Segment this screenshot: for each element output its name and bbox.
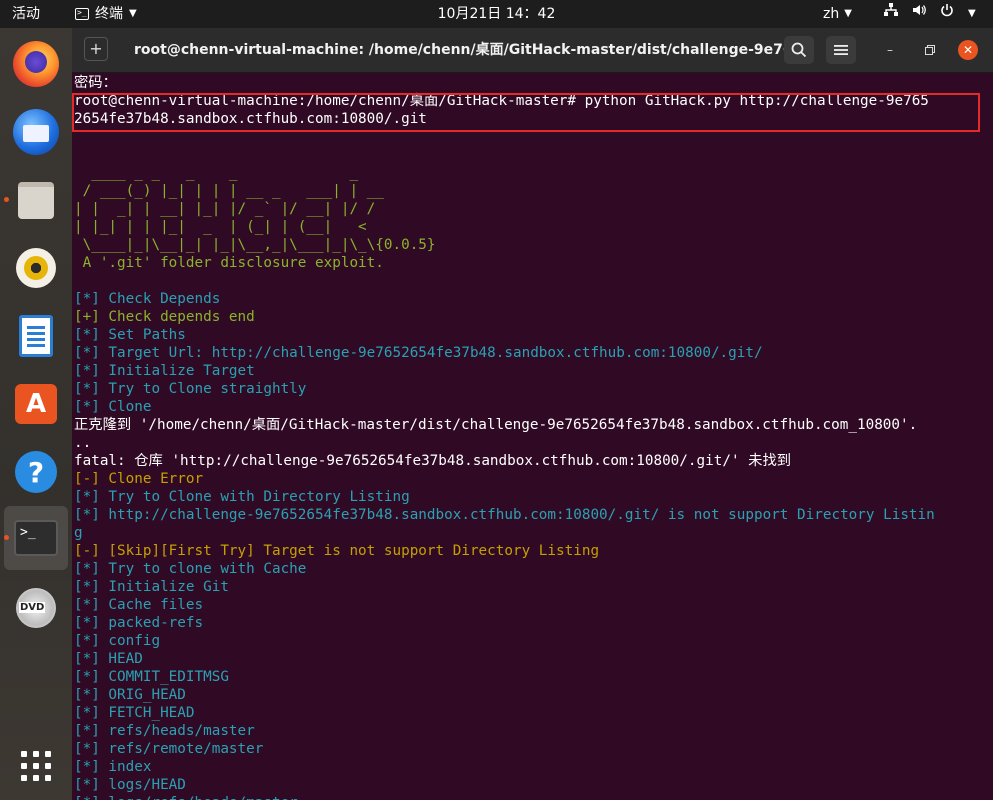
dock-item-writer[interactable] [0, 304, 72, 368]
terminal-line: | | _| | __| |_| |/ _` |/ __| |/ / [74, 201, 376, 217]
writer-icon [19, 315, 53, 357]
power-icon [940, 0, 954, 28]
dvd-icon: DVD [16, 588, 56, 628]
search-button[interactable] [784, 36, 814, 64]
terminal-line: 2654fe37b48.sandbox.ctfhub.com:10800/.gi… [74, 111, 427, 127]
hamburger-icon [834, 45, 848, 55]
dock-item-firefox[interactable] [0, 32, 72, 96]
terminal-line: [*] packed-refs [74, 615, 204, 631]
terminal-line: [+] Check depends end [74, 309, 255, 325]
terminal-line: [*] COMMIT_EDITMSG [74, 669, 229, 685]
terminal-icon: >_ [75, 8, 89, 20]
running-indicator [4, 535, 9, 540]
system-menu-button[interactable]: ▼ [884, 0, 976, 28]
dock-item-rhythmbox[interactable] [0, 236, 72, 300]
search-icon [791, 42, 807, 58]
terminal-line: | |_| | | |_| _ | (_| | (__| < [74, 219, 367, 235]
terminal-line: [*] Initialize Git [74, 579, 229, 595]
dock-item-dvd[interactable]: DVD [0, 576, 72, 640]
firefox-icon [13, 41, 59, 87]
terminal-line: [-] Clone Error [74, 471, 204, 487]
menu-button[interactable] [826, 36, 856, 64]
chevron-down-icon: ▼ [968, 8, 976, 19]
terminal-line: [*] ORIG_HEAD [74, 687, 186, 703]
terminal-output[interactable]: 密码： root@chenn-virtual-machine:/home/chen… [72, 72, 993, 800]
terminal-line: [*] Target Url: http://challenge-9e76526… [74, 345, 763, 361]
terminal-line: 正克隆到 '/home/chenn/桌面/GitHack-master/dist… [74, 417, 918, 433]
terminal-window: + root@chenn-virtual-machine: /home/chen… [72, 28, 993, 800]
dock-item-files[interactable] [0, 168, 72, 232]
terminal-line: [*] logs/HEAD [74, 777, 186, 793]
terminal-line: [*] Try to Clone straightly [74, 381, 307, 397]
terminal-line: fatal: 仓库 'http://challenge-9e7652654fe3… [74, 453, 792, 469]
thunderbird-icon [13, 109, 59, 155]
terminal-line: [*] refs/heads/master [74, 723, 255, 739]
minimize-icon: – [887, 43, 893, 57]
terminal-line: [*] config [74, 633, 161, 649]
dock-item-app-store[interactable]: A [0, 372, 72, 436]
terminal-line: [*] FETCH_HEAD [74, 705, 195, 721]
terminal-line: [*] logs/refs/heads/master [74, 794, 298, 800]
terminal-line: [*] Try to clone with Cache [74, 561, 307, 577]
top-bar: 活动 >_ 终端 ▼ 10月21日 14：42 zh ▼ ▼ [0, 0, 993, 28]
input-method-label: zh [823, 6, 840, 22]
help-icon: ? [15, 451, 57, 493]
minimize-button[interactable]: – [880, 40, 900, 60]
terminal-line: / ___(_) |_| | | | __ _ ___| | __ [74, 183, 384, 199]
files-icon [18, 181, 54, 219]
dock: A ? >_ DVD [0, 28, 72, 800]
terminal-line: g [74, 525, 83, 541]
terminal-line: ____ _ _ _ _ _ [74, 165, 359, 181]
rhythmbox-icon [16, 248, 56, 288]
app-menu-button[interactable]: >_ 终端 ▼ [75, 0, 137, 28]
window-title: root@chenn-virtual-machine: /home/chenn/… [134, 42, 784, 58]
dock-item-thunderbird[interactable] [0, 100, 72, 164]
app-menu-label: 终端 [95, 6, 123, 22]
terminal-line: [*] Clone [74, 399, 152, 415]
terminal-line: .. [74, 435, 92, 451]
app-store-icon: A [15, 384, 57, 424]
terminal-line: [*] Try to Clone with Directory Listing [74, 489, 410, 505]
terminal-line: \____|_|\__|_| |_|\__,_|\___|_|\_\{0.0.5… [74, 237, 436, 253]
chevron-down-icon: ▼ [844, 8, 852, 19]
dock-item-terminal[interactable]: >_ [4, 506, 68, 570]
terminal-line: [*] Cache files [74, 597, 204, 613]
new-tab-icon: + [89, 39, 103, 58]
dock-item-help[interactable]: ? [0, 440, 72, 504]
terminal-line: [*] Initialize Target [74, 363, 255, 379]
show-applications-button[interactable] [0, 734, 72, 798]
volume-icon [912, 0, 926, 28]
close-icon: ✕ [962, 43, 974, 57]
terminal-line: 密码： [74, 75, 117, 91]
restore-icon [925, 45, 935, 55]
running-indicator [4, 197, 9, 202]
activities-button[interactable]: 活动 [12, 0, 40, 28]
terminal-line: [-] [Skip][First Try] Target is not supp… [74, 543, 600, 559]
app-grid-icon [21, 751, 51, 781]
close-button[interactable]: ✕ [958, 40, 978, 60]
terminal-line: root@chenn-virtual-machine:/home/chenn/桌… [74, 93, 929, 109]
terminal-line: A '.git' folder disclosure exploit. [74, 255, 384, 271]
terminal-line: [*] http://challenge-9e7652654fe37b48.sa… [74, 507, 935, 523]
input-method-button[interactable]: zh ▼ [823, 0, 852, 28]
new-tab-button[interactable]: + [84, 37, 108, 61]
chevron-down-icon: ▼ [129, 8, 137, 19]
network-icon [884, 0, 898, 28]
maximize-button[interactable] [920, 40, 940, 60]
terminal-icon: >_ [14, 520, 58, 556]
clock[interactable]: 10月21日 14：42 [438, 6, 556, 22]
window-header-bar: + root@chenn-virtual-machine: /home/chen… [72, 28, 993, 73]
terminal-line: [*] Check Depends [74, 291, 221, 307]
terminal-line: [*] HEAD [74, 651, 143, 667]
terminal-line: [*] Set Paths [74, 327, 186, 343]
terminal-line: [*] index [74, 759, 152, 775]
terminal-line: [*] refs/remote/master [74, 741, 264, 757]
